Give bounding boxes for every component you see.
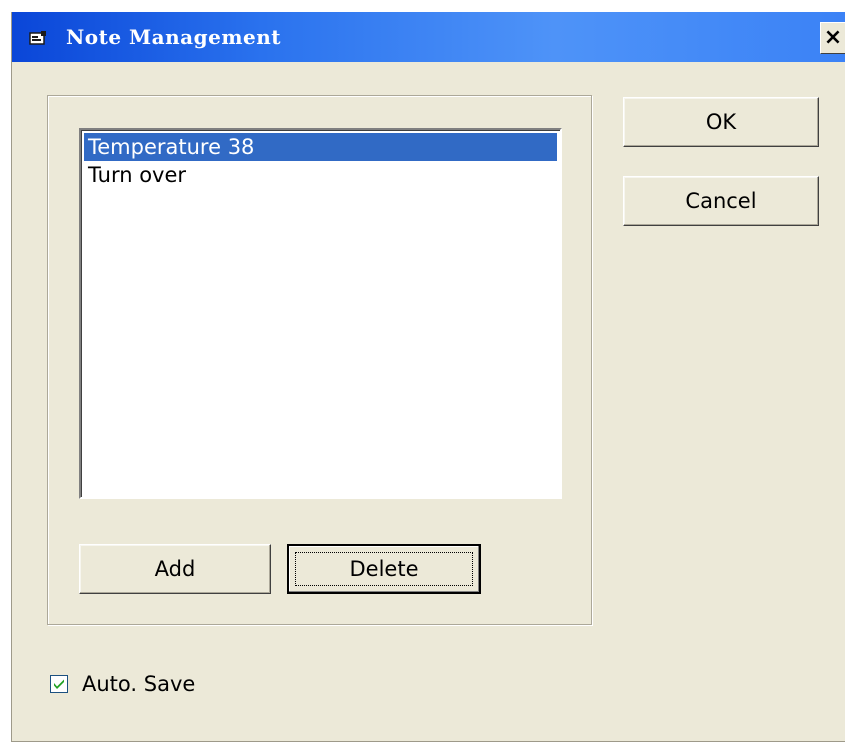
note-management-dialog: Note Management × Temperature 38 Turn ov…: [11, 12, 845, 742]
auto-save-label: Auto. Save: [82, 672, 196, 696]
close-button[interactable]: ×: [820, 22, 845, 54]
delete-button[interactable]: Delete: [287, 544, 481, 594]
cancel-button[interactable]: Cancel: [623, 176, 819, 226]
checkmark-icon: [54, 679, 64, 689]
title-bar[interactable]: Note Management ×: [12, 12, 845, 62]
auto-save-checkbox[interactable]: [50, 675, 68, 693]
cancel-button-label: Cancel: [685, 189, 757, 213]
auto-save-option[interactable]: Auto. Save: [50, 672, 195, 696]
add-button[interactable]: Add: [79, 544, 271, 594]
add-button-label: Add: [154, 557, 196, 581]
focus-ring: [295, 552, 473, 586]
ok-button-label: OK: [705, 110, 737, 134]
close-icon: ×: [823, 25, 843, 50]
app-icon: [28, 28, 48, 48]
list-item-turn-over[interactable]: Turn over: [84, 161, 557, 189]
window-title: Note Management: [66, 25, 282, 49]
list-item-temperature[interactable]: Temperature 38: [84, 133, 557, 161]
ok-button[interactable]: OK: [623, 97, 819, 147]
notes-list[interactable]: Temperature 38 Turn over: [79, 128, 562, 499]
